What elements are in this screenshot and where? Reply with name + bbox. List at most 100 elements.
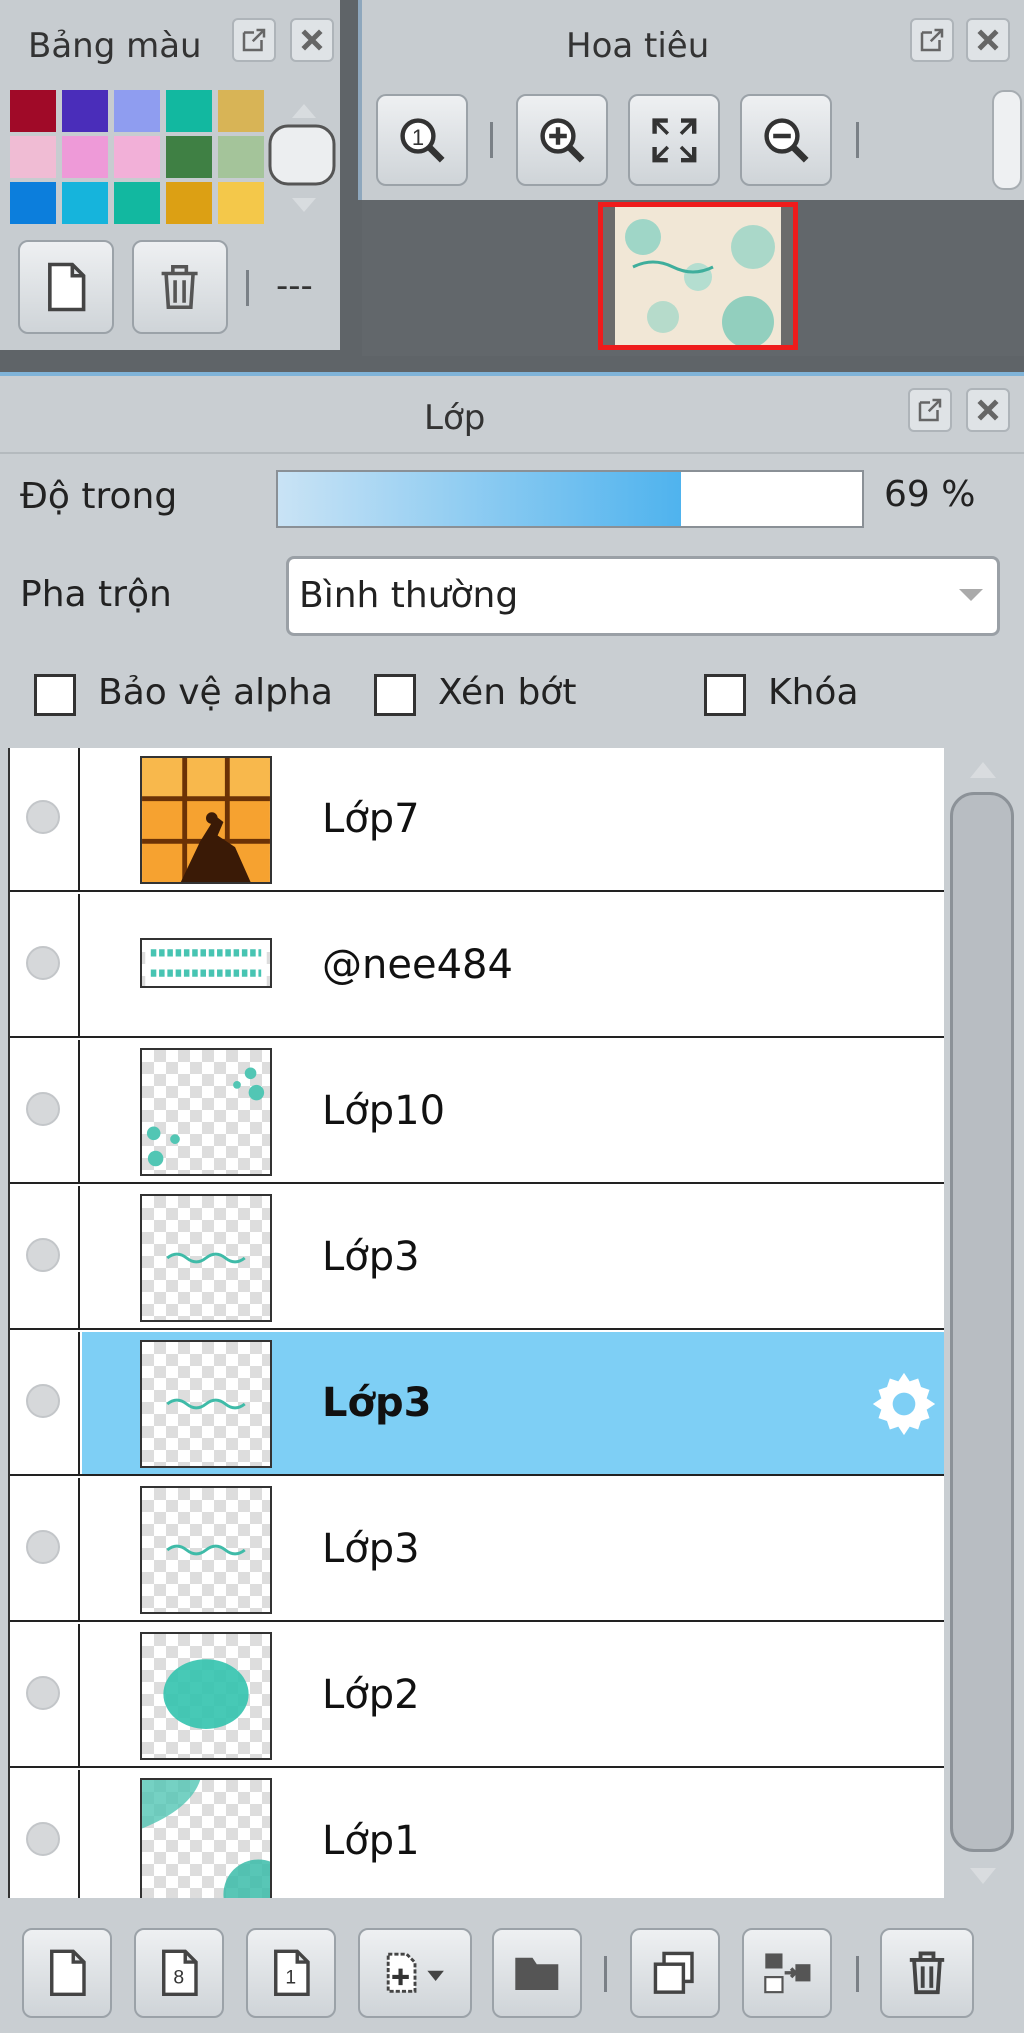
- clipping-label: Xén bớt: [438, 672, 577, 713]
- layer-row[interactable]: Lớp10: [10, 1040, 944, 1184]
- chevron-down-icon: [959, 589, 983, 601]
- layer-row-main[interactable]: @nee484: [82, 894, 944, 1036]
- visibility-toggle[interactable]: [10, 1332, 80, 1474]
- visibility-toggle[interactable]: [10, 1478, 80, 1620]
- layer-row-main[interactable]: Lớp1: [82, 1770, 944, 1898]
- svg-text:8: 8: [174, 1967, 185, 1989]
- fit-to-window-button[interactable]: [628, 94, 720, 186]
- layer-panel-title: Lớp: [424, 398, 486, 438]
- color-swatch[interactable]: [114, 90, 160, 132]
- layer-thumbnail: [140, 938, 272, 988]
- duplicate-layer-button[interactable]: [630, 1928, 720, 2018]
- navigator-view-frame[interactable]: [598, 202, 798, 350]
- toolbar-separator: [856, 122, 859, 158]
- visibility-toggle[interactable]: [10, 1770, 80, 1898]
- color-swatch[interactable]: [10, 136, 56, 178]
- color-swatch[interactable]: [62, 136, 108, 178]
- layer-name: Lớp3: [322, 1526, 420, 1572]
- blend-mode-select[interactable]: Bình thường: [286, 556, 1000, 636]
- color-swatch[interactable]: [166, 90, 212, 132]
- layer-row[interactable]: Lớp3: [10, 1186, 944, 1330]
- visibility-toggle[interactable]: [10, 894, 80, 1036]
- color-swatch[interactable]: [62, 90, 108, 132]
- popout-icon[interactable]: [910, 18, 954, 62]
- visibility-dot-icon: [26, 1238, 60, 1272]
- layer-row[interactable]: @nee484: [10, 894, 944, 1038]
- layer-list: Lớp7 @nee484 Lớp10 Lớp3 Lớp3 Lớp3 Lớp2 L…: [8, 748, 944, 1898]
- add-layer-menu-button[interactable]: [358, 1928, 472, 2018]
- new-swatch-button[interactable]: [18, 240, 114, 334]
- swatch-panel: Bảng màu ---: [0, 0, 344, 350]
- close-icon[interactable]: [966, 388, 1010, 432]
- layer-name: Lớp10: [322, 1088, 446, 1134]
- scroll-up-arrow-icon[interactable]: [948, 748, 1018, 788]
- visibility-dot-icon: [26, 1676, 60, 1710]
- toolbar-separator: [856, 1956, 859, 1992]
- delete-swatch-button[interactable]: [132, 240, 228, 334]
- zoom-in-button[interactable]: [516, 94, 608, 186]
- navigator-preview[interactable]: [362, 200, 1024, 356]
- popout-icon[interactable]: [908, 388, 952, 432]
- layer-row[interactable]: Lớp1: [10, 1770, 944, 1898]
- new-1bit-layer-button[interactable]: 1: [246, 1928, 336, 2018]
- canvas-preview-image: [603, 207, 793, 345]
- navigator-panel: Hoa tiêu 1: [358, 0, 1024, 356]
- layer-row-main[interactable]: Lớp10: [82, 1040, 944, 1182]
- layer-row-main[interactable]: Lớp7: [82, 748, 944, 890]
- new-8bit-layer-button[interactable]: 8: [134, 1928, 224, 2018]
- color-swatch[interactable]: [114, 182, 160, 224]
- visibility-dot-icon: [26, 1384, 60, 1418]
- color-swatch[interactable]: [218, 90, 264, 132]
- close-icon[interactable]: [290, 18, 334, 62]
- color-swatch[interactable]: [62, 182, 108, 224]
- svg-text:1: 1: [411, 124, 423, 149]
- alpha-protect-checkbox[interactable]: [34, 674, 76, 716]
- delete-layer-button[interactable]: [880, 1928, 974, 2018]
- swatch-grid: [10, 90, 266, 226]
- merge-down-button[interactable]: [742, 1928, 832, 2018]
- layer-list-scrollbar[interactable]: [948, 748, 1018, 1898]
- color-swatch[interactable]: [166, 182, 212, 224]
- navigator-scrollbar[interactable]: [992, 90, 1022, 190]
- visibility-dot-icon: [26, 1822, 60, 1856]
- zoom-actual-size-button[interactable]: 1: [376, 94, 468, 186]
- swatch-extra-label: ---: [276, 266, 313, 306]
- layer-row[interactable]: Lớp7: [10, 748, 944, 892]
- layer-row-main[interactable]: Lớp3: [82, 1478, 944, 1620]
- layer-row[interactable]: Lớp3: [10, 1478, 944, 1622]
- layer-row[interactable]: Lớp2: [10, 1624, 944, 1768]
- swatch-scrollbar[interactable]: [266, 90, 342, 226]
- visibility-toggle[interactable]: [10, 1040, 80, 1182]
- layer-thumbnail: [140, 756, 272, 884]
- color-swatch[interactable]: [114, 136, 160, 178]
- visibility-toggle[interactable]: [10, 748, 80, 890]
- gear-icon[interactable]: [870, 1370, 938, 1438]
- color-swatch[interactable]: [10, 90, 56, 132]
- scroll-down-arrow-icon[interactable]: [948, 1858, 1018, 1898]
- clipping-checkbox[interactable]: [374, 674, 416, 716]
- new-folder-button[interactable]: [492, 1928, 582, 2018]
- visibility-toggle[interactable]: [10, 1186, 80, 1328]
- blend-mode-value: Bình thường: [299, 575, 519, 616]
- scroll-thumb[interactable]: [950, 792, 1014, 1852]
- color-swatch[interactable]: [218, 182, 264, 224]
- color-swatch[interactable]: [10, 182, 56, 224]
- zoom-out-button[interactable]: [740, 94, 832, 186]
- lock-checkbox[interactable]: [704, 674, 746, 716]
- color-swatch[interactable]: [218, 136, 264, 178]
- layer-name: Lớp2: [322, 1672, 420, 1718]
- color-swatch[interactable]: [166, 136, 212, 178]
- visibility-toggle[interactable]: [10, 1624, 80, 1766]
- layer-row-main[interactable]: Lớp3: [82, 1332, 944, 1474]
- layer-thumbnail: [140, 1778, 272, 1898]
- layer-row-selected[interactable]: Lớp3: [10, 1332, 944, 1476]
- new-layer-button[interactable]: [22, 1928, 112, 2018]
- toolbar-separator: [490, 122, 493, 158]
- layer-row-main[interactable]: Lớp2: [82, 1624, 944, 1766]
- opacity-label: Độ trong: [20, 476, 178, 517]
- opacity-slider[interactable]: [276, 470, 864, 528]
- close-icon[interactable]: [966, 18, 1010, 62]
- popout-icon[interactable]: [232, 18, 276, 62]
- layer-row-main[interactable]: Lớp3: [82, 1186, 944, 1328]
- opacity-value: 69 %: [884, 474, 976, 515]
